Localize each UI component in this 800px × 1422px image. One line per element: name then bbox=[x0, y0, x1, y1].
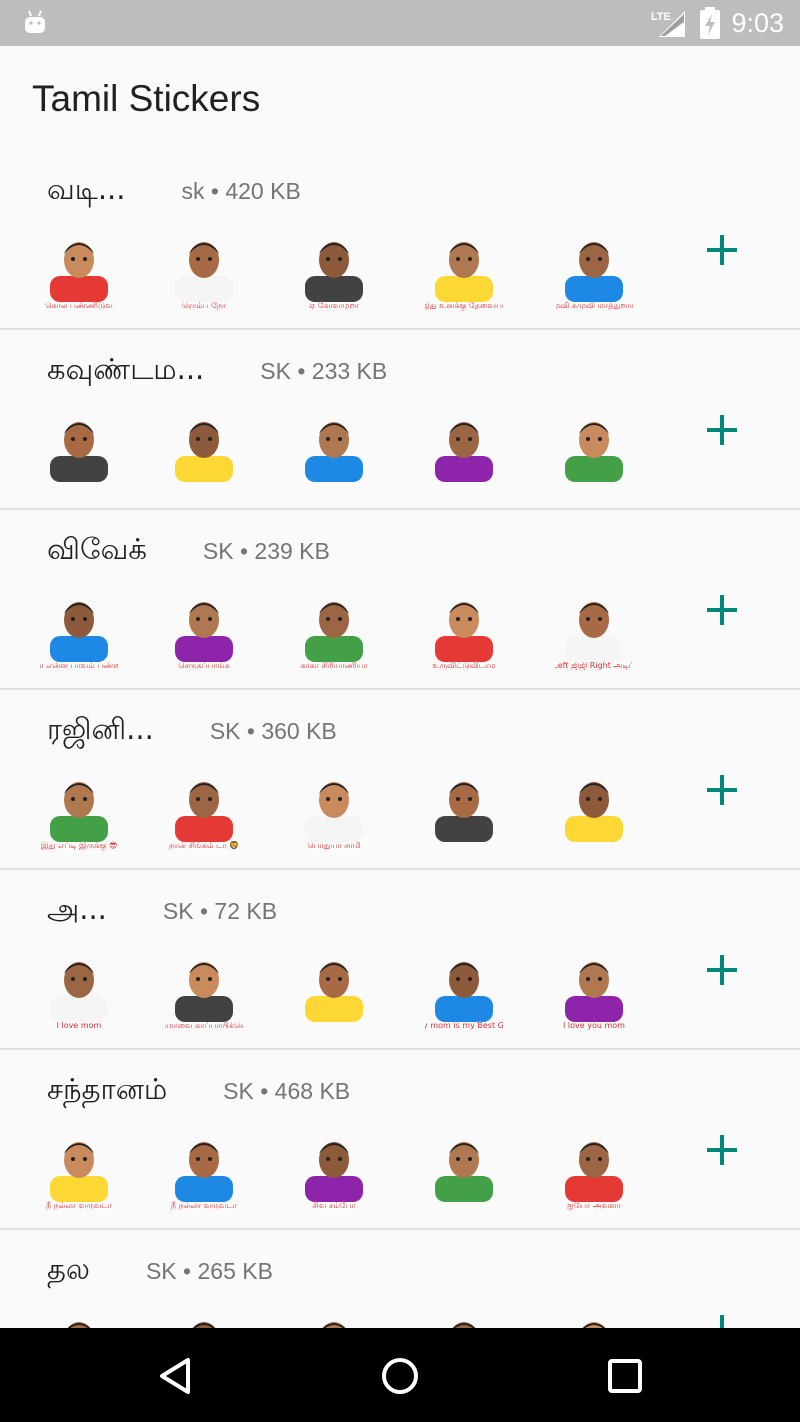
pack-header: அ... SK • 72 KB bbox=[47, 892, 277, 930]
sticker-caption: காகா சிரியாணியா bbox=[300, 661, 368, 670]
sticker-caption: இது உனக்கு தேவையா bbox=[425, 301, 503, 311]
sticker-caption: ரொம்ப நோ bbox=[182, 301, 227, 310]
pack-meta: SK • 233 KB bbox=[260, 358, 388, 384]
back-icon[interactable] bbox=[152, 1352, 200, 1400]
home-icon[interactable] bbox=[376, 1352, 424, 1400]
status-time: 9:03 bbox=[731, 7, 784, 38]
sticker-thumbnail bbox=[50, 422, 108, 482]
sticker-thumbnail: அம்மாவை காப்பாயிக்கொள் bbox=[165, 962, 243, 1030]
signal-icon: LTE bbox=[651, 11, 686, 37]
add-pack-icon[interactable] bbox=[704, 412, 740, 448]
sticker-pack-row[interactable]: அ... SK • 72 KB I love mom அம்மாவை காப்பாயி… bbox=[0, 870, 800, 1050]
sticker-pack-list[interactable]: வடி... sk • 420 KB கொல பண்ணிடுவ ரொம்ப நோ ஏ க… bbox=[0, 150, 800, 1410]
sticker-caption: I love you mom bbox=[563, 1021, 625, 1030]
pack-name: கவுண்டம... bbox=[47, 352, 205, 386]
sticker-thumbnail: I love mom bbox=[50, 962, 108, 1030]
sticker-thumbnail: சுமுவி சுமுவி மாத்துறாங்க bbox=[555, 242, 633, 311]
sticker-thumbnail bbox=[565, 782, 623, 842]
pack-header: வடி... sk • 420 KB bbox=[47, 172, 301, 210]
sticker-thumbnail: நா என்ன பாவம் பண்ண bbox=[40, 602, 118, 670]
sticker-caption: நான் சிங்கம் டா 🦁 bbox=[169, 840, 239, 850]
sticker-thumbnail bbox=[565, 422, 623, 482]
pack-name: ரஜினி... bbox=[47, 712, 154, 746]
add-pack-icon[interactable] bbox=[704, 772, 740, 808]
sticker-caption: அம்மாவை காப்பாயிக்கொள் bbox=[165, 1021, 243, 1030]
sticker-thumbnail: சிவ சம்போ bbox=[305, 1142, 363, 1210]
pack-name: சந்தானம் bbox=[47, 1072, 168, 1106]
sticker-thumbnail: My mom is my Best Gift bbox=[425, 962, 503, 1030]
sticker-caption: கொல பண்ணிடுவ bbox=[45, 301, 113, 310]
sticker-caption: இது எப்டி இருக்கு 😎 bbox=[41, 841, 118, 851]
sticker-thumbnail: நீ நல்லா வருவடா bbox=[171, 1142, 238, 1211]
sticker-thumbnail: ஐயோ அவளா bbox=[565, 1142, 623, 1210]
pack-meta: SK • 360 KB bbox=[209, 718, 337, 744]
sticker-thumbnail: நீ நல்லா வருவடா bbox=[46, 1142, 113, 1211]
sticker-pack-row[interactable]: சந்தானம் SK • 468 KB நீ நல்லா வருவடா நீ நல்… bbox=[0, 1050, 800, 1230]
sticker-thumbnail: பொதுயா சாமி bbox=[305, 782, 363, 851]
pack-meta: SK • 72 KB bbox=[162, 898, 278, 924]
pack-name: அ... bbox=[47, 892, 107, 926]
sticker-pack-row[interactable]: கவுண்டம... SK • 233 KB bbox=[0, 330, 800, 510]
sticker-thumbnail: ஏ கோவமுறா bbox=[305, 242, 363, 311]
sticker-thumbnail: செருகப்பாங்க bbox=[175, 602, 233, 671]
sticker-thumbnail bbox=[435, 782, 493, 842]
sticker-thumbnail bbox=[435, 1142, 493, 1202]
sticker-caption: My mom is my Best Gift bbox=[425, 1021, 503, 1030]
pack-header: சந்தானம் SK • 468 KB bbox=[47, 1072, 350, 1110]
sticker-thumbnail bbox=[305, 962, 363, 1022]
pack-meta: SK • 265 KB bbox=[145, 1258, 273, 1284]
pack-header: ரஜினி... SK • 360 KB bbox=[47, 712, 337, 750]
status-bar: LTE 9:03 bbox=[0, 0, 800, 46]
sticker-thumbnail: இது உனக்கு தேவையா bbox=[425, 242, 503, 311]
sticker-thumbnail: ரொம்ப நோ bbox=[175, 242, 233, 310]
sticker-caption: உருவிட்டுவிடாம bbox=[432, 661, 495, 671]
sticker-thumbnail: இது எப்டி இருக்கு 😎 bbox=[40, 782, 118, 851]
sticker-thumbnail: I love you mom bbox=[563, 962, 625, 1030]
sticker-caption: செருகப்பாங்க bbox=[178, 661, 229, 671]
sticker-thumbnail bbox=[175, 422, 233, 482]
sticker-caption: சிவ சம்போ bbox=[312, 1201, 356, 1210]
network-label: LTE bbox=[651, 11, 671, 23]
pack-meta: sk • 420 KB bbox=[181, 178, 301, 204]
sticker-thumbnail: நான் சிங்கம் டா 🦁 bbox=[169, 782, 239, 850]
sticker-caption: ஏ கோவமுறா bbox=[309, 301, 360, 311]
android-notification-icon bbox=[25, 10, 45, 33]
sticker-thumbnail bbox=[435, 422, 493, 482]
add-pack-icon[interactable] bbox=[704, 232, 740, 268]
sticker-caption: I love mom bbox=[57, 1021, 102, 1030]
recents-icon[interactable] bbox=[601, 1352, 649, 1400]
pack-header: கவுண்டம... SK • 233 KB bbox=[47, 352, 387, 390]
add-pack-icon[interactable] bbox=[704, 592, 740, 628]
sticker-thumbnail: Left ஜிஜி Right அடிப் bbox=[555, 602, 633, 671]
sticker-thumbnail bbox=[305, 422, 363, 482]
sticker-thumbnail: உருவிட்டுவிடாம bbox=[432, 602, 496, 671]
add-pack-icon[interactable] bbox=[704, 1132, 740, 1168]
pack-meta: SK • 239 KB bbox=[202, 538, 330, 564]
battery-charging-icon bbox=[700, 7, 721, 39]
sticker-thumbnail: காகா சிரியாணியா bbox=[300, 602, 369, 670]
pack-name: வடி... bbox=[47, 172, 126, 206]
add-pack-icon[interactable] bbox=[704, 952, 740, 988]
pack-name: விவேக் bbox=[47, 532, 147, 566]
sticker-caption: சுமுவி சுமுவி மாத்துறாங்க bbox=[555, 301, 633, 311]
pack-header: தல SK • 265 KB bbox=[47, 1252, 273, 1290]
sticker-caption: பொதுயா சாமி bbox=[307, 841, 360, 851]
pack-header: விவேக் SK • 239 KB bbox=[47, 532, 330, 570]
sticker-pack-row[interactable]: விவேக் SK • 239 KB நா என்ன பாவம் பண்ண செருக… bbox=[0, 510, 800, 690]
sticker-pack-row[interactable]: வடி... sk • 420 KB கொல பண்ணிடுவ ரொம்ப நோ ஏ க… bbox=[0, 150, 800, 330]
page-title: Tamil Stickers bbox=[32, 78, 261, 119]
sticker-caption: Left ஜிஜி Right அடிப் bbox=[555, 661, 633, 671]
sticker-caption: நீ நல்லா வருவடா bbox=[46, 1201, 113, 1211]
navigation-bar bbox=[0, 1328, 800, 1422]
sticker-caption: நா என்ன பாவம் பண்ண bbox=[40, 661, 118, 670]
pack-name: தல bbox=[47, 1252, 90, 1286]
sticker-pack-row[interactable]: ரஜினி... SK • 360 KB இது எப்டி இருக்கு 😎 நா… bbox=[0, 690, 800, 870]
sticker-thumbnail: கொல பண்ணிடுவ bbox=[45, 242, 113, 310]
sticker-caption: ஐயோ அவளா bbox=[567, 1201, 621, 1210]
pack-meta: SK • 468 KB bbox=[223, 1078, 351, 1104]
sticker-caption: நீ நல்லா வருவடா bbox=[171, 1201, 238, 1211]
